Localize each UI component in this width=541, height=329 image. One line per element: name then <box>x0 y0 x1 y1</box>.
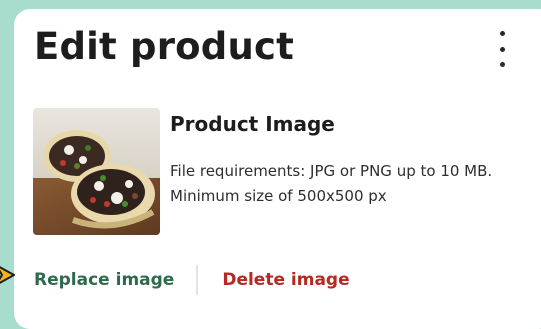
vertical-ellipsis-icon <box>499 31 505 36</box>
edit-product-card: Edit product Product Image File requirem… <box>14 9 541 329</box>
product-image-heading: Product Image <box>170 112 335 136</box>
product-thumbnail <box>33 108 160 235</box>
pointer-arrow-icon <box>0 266 15 284</box>
burrito-photo-icon <box>33 108 160 235</box>
replace-image-button[interactable]: Replace image <box>34 270 174 290</box>
delete-image-button[interactable]: Delete image <box>222 270 349 290</box>
image-actions: Replace image Delete image <box>34 265 350 295</box>
more-options-button[interactable] <box>492 31 512 67</box>
actions-divider <box>196 265 199 295</box>
page-title: Edit product <box>34 25 295 68</box>
file-requirements-text: File requirements: JPG or PNG up to 10 M… <box>170 162 493 205</box>
